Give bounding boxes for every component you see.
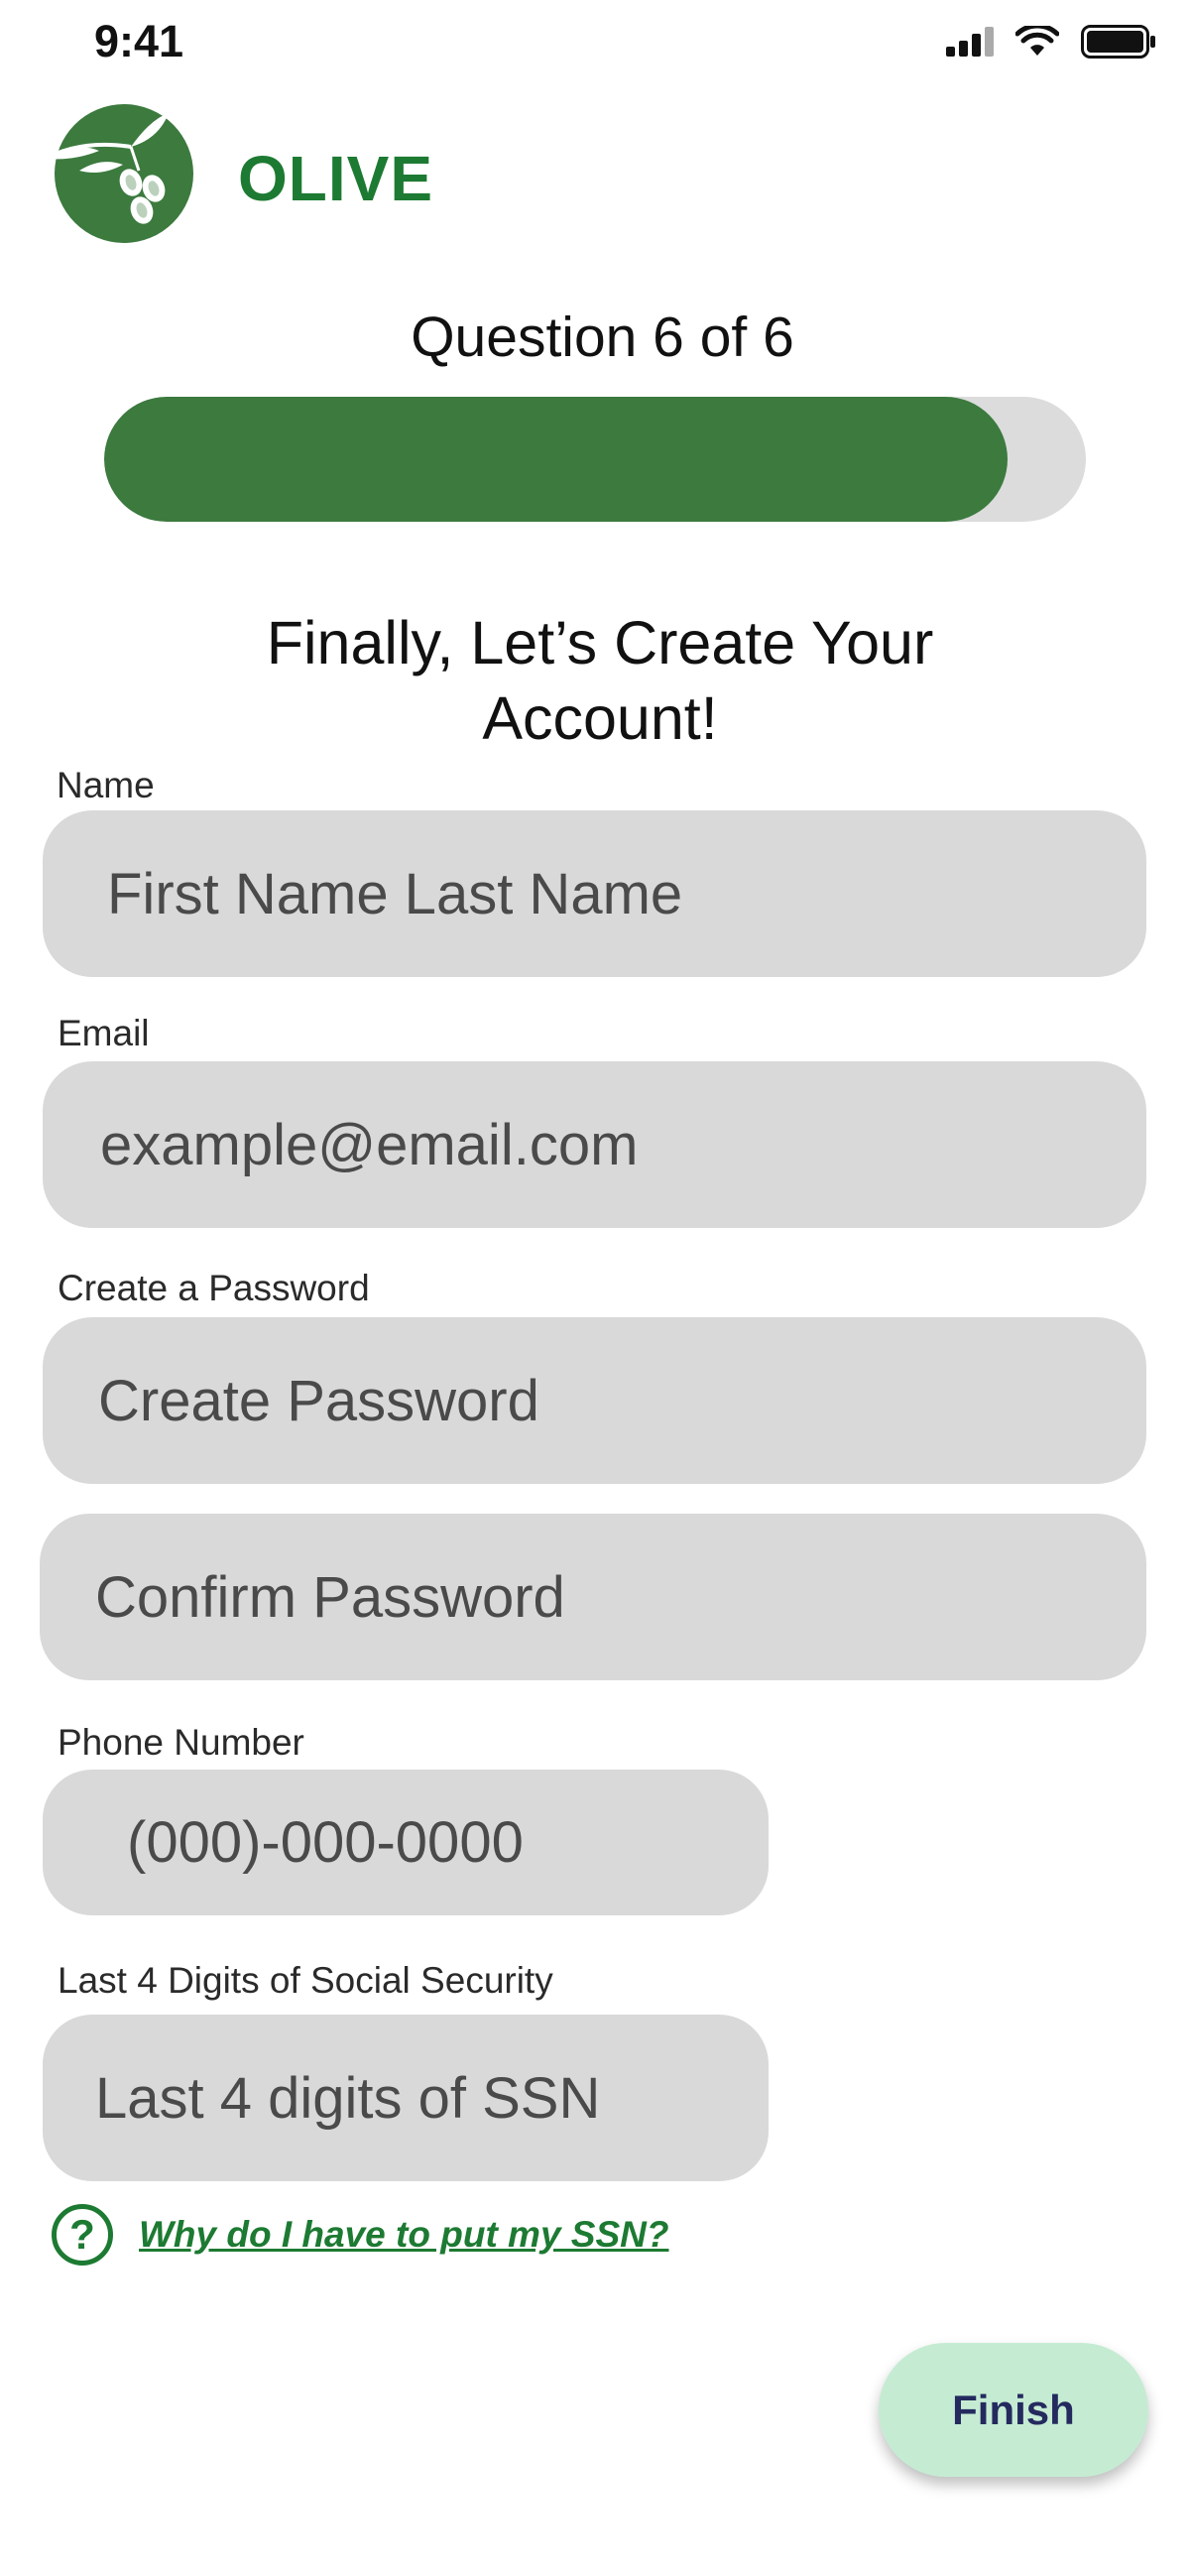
- brand-name: OLIVE: [238, 143, 434, 214]
- question-counter: Question 6 of 6: [411, 306, 794, 369]
- status-time: 9:41: [94, 16, 184, 66]
- name-input[interactable]: [43, 810, 1146, 977]
- email-label: Email: [58, 1013, 150, 1053]
- email-input[interactable]: [43, 1061, 1146, 1228]
- page-heading: Finally, Let’s Create Your Account!: [266, 609, 934, 752]
- progress-bar: [104, 397, 1086, 522]
- question-circle-icon[interactable]: ?: [52, 2204, 113, 2266]
- progress-bar-fill: [104, 397, 1008, 522]
- finish-button[interactable]: Finish: [879, 2343, 1148, 2477]
- phone-label: Phone Number: [58, 1722, 304, 1763]
- olive-logo-icon: [40, 104, 193, 243]
- status-icons: [946, 20, 1156, 63]
- signal-icon: [946, 27, 994, 57]
- confirm-password-input[interactable]: [40, 1514, 1146, 1680]
- ssn-help-link[interactable]: Why do I have to put my SSN?: [139, 2210, 668, 2260]
- phone-input[interactable]: [43, 1770, 769, 1915]
- ssn-label: Last 4 Digits of Social Security: [58, 1960, 553, 2001]
- battery-icon: [1081, 25, 1155, 59]
- ssn-input[interactable]: [43, 2015, 769, 2181]
- name-label: Name: [57, 765, 155, 805]
- password-label: Create a Password: [58, 1268, 370, 1308]
- create-password-input[interactable]: [43, 1317, 1146, 1484]
- wifi-icon: [1015, 26, 1059, 56]
